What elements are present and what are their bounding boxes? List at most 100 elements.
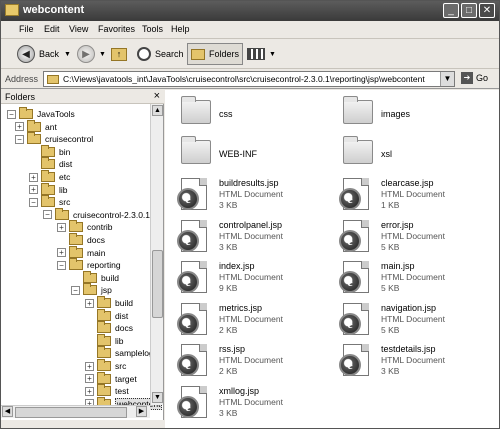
tree-item[interactable]: samplelogs [85, 346, 158, 359]
address-field[interactable]: C:\Views\javatools_int\JavaTools\cruisec… [43, 71, 455, 87]
folder-item[interactable]: images [335, 94, 495, 134]
tree-item-label: etc [59, 172, 71, 182]
file-item[interactable]: e buildresults.jsp HTML Document 3 KB [173, 176, 333, 216]
expand-icon[interactable]: + [85, 361, 94, 371]
tree-item[interactable]: + etc [29, 170, 71, 183]
file-item[interactable]: e controlpanel.jsp HTML Document 3 KB [173, 218, 333, 258]
tree-item[interactable]: + target [85, 371, 137, 385]
file-item[interactable]: e main.jsp HTML Document 5 KB [335, 259, 495, 299]
tree-item[interactable]: dist [85, 308, 128, 322]
go-label: Go [476, 73, 489, 83]
forward-button[interactable]: ▶ ▼ [77, 43, 106, 65]
tree-item[interactable]: lib [85, 333, 124, 347]
scroll-thumb[interactable] [152, 250, 163, 318]
folder-item[interactable]: WEB-INF [173, 134, 333, 174]
tree-item[interactable]: docs [57, 233, 105, 246]
chevron-down-icon[interactable]: ▼ [440, 72, 454, 86]
file-item[interactable]: e navigation.jsp HTML Document 5 KB [335, 301, 495, 341]
tree-item[interactable]: − reporting [57, 258, 121, 271]
menu-help[interactable]: Help [171, 24, 190, 34]
tree-item[interactable]: + contrib [57, 220, 113, 233]
up-folder-button[interactable]: ↑ [111, 43, 127, 65]
tree-item[interactable]: bin [29, 144, 70, 158]
address-path: C:\Views\javatools_int\JavaTools\cruisec… [63, 74, 425, 84]
tree-item-label: build [101, 272, 119, 283]
folder-icon [97, 371, 111, 384]
scroll-right-icon[interactable]: ▶ [136, 406, 147, 417]
folder-name: xsl [381, 149, 392, 159]
close-button[interactable]: ✕ [479, 3, 495, 18]
horizontal-scrollbar[interactable]: ◀ ▶ [1, 405, 150, 418]
html-document-icon: e [177, 188, 199, 210]
file-item[interactable]: e clearcase.jsp HTML Document 1 KB [335, 176, 495, 216]
folders-button[interactable]: Folders [187, 43, 244, 65]
close-icon[interactable]: × [154, 90, 160, 102]
go-button[interactable]: ➔ Go [461, 72, 488, 84]
menu-edit[interactable]: Edit [44, 24, 60, 34]
folder-icon [41, 195, 55, 208]
scroll-down-icon[interactable]: ▼ [152, 392, 163, 403]
scroll-up-icon[interactable]: ▲ [152, 105, 163, 116]
tree-item[interactable]: + test [85, 384, 129, 397]
maximize-button[interactable]: □ [461, 3, 477, 18]
expand-icon[interactable]: + [57, 222, 66, 232]
search-button[interactable]: Search [137, 43, 184, 65]
menu-tools[interactable]: Tools [142, 24, 163, 34]
file-item[interactable]: e index.jsp HTML Document 9 KB [173, 259, 333, 299]
expand-icon[interactable]: + [29, 172, 38, 182]
file-item[interactable]: e testdetails.jsp HTML Document 3 KB [335, 342, 495, 382]
collapse-icon[interactable]: − [43, 210, 52, 220]
tree-item-label: docs [115, 323, 133, 334]
expand-icon[interactable]: + [85, 298, 94, 308]
scroll-thumb[interactable] [15, 407, 127, 418]
html-document-icon: e [339, 354, 361, 376]
tree-item[interactable]: + src [85, 359, 126, 372]
scroll-left-icon[interactable]: ◀ [2, 406, 13, 417]
vertical-scrollbar[interactable]: ▲ ▼ [150, 104, 163, 405]
folder-icon [97, 346, 111, 359]
file-type: HTML Document [219, 355, 283, 365]
collapse-icon[interactable]: − [15, 134, 24, 144]
tree-item[interactable]: build [71, 270, 119, 284]
folder-icon [343, 96, 373, 124]
file-item[interactable]: e metrics.jsp HTML Document 2 KB [173, 301, 333, 341]
expand-icon[interactable]: + [15, 122, 24, 132]
tree-item[interactable]: docs [85, 321, 133, 334]
tree-item[interactable]: + build [85, 296, 133, 309]
menu-favorites[interactable]: Favorites [98, 24, 135, 34]
collapse-icon[interactable]: − [7, 109, 16, 119]
folder-item[interactable]: css [173, 94, 333, 134]
collapse-icon[interactable]: − [57, 260, 66, 270]
collapse-icon[interactable]: − [71, 285, 80, 295]
file-item[interactable]: e xmllog.jsp HTML Document 3 KB [173, 384, 333, 424]
folder-name: images [381, 109, 411, 119]
tree-item-label: test [115, 386, 129, 397]
file-name: metrics.jsp [219, 302, 263, 313]
expand-icon[interactable]: + [85, 386, 94, 396]
tree-item[interactable]: − JavaTools [7, 107, 75, 120]
menu-file[interactable]: File [19, 24, 34, 34]
tree-item[interactable]: − src [29, 195, 70, 208]
file-size: 2 KB [219, 324, 238, 335]
back-button[interactable]: ◀ Back ▼ [17, 43, 71, 65]
file-type: HTML Document [381, 313, 445, 324]
menu-view[interactable]: View [69, 24, 88, 34]
tree-item-label: cruisecontrol-2.3.0.1 [73, 209, 151, 220]
views-button[interactable]: ▼ [247, 43, 276, 65]
expand-icon[interactable]: + [29, 185, 38, 195]
collapse-icon[interactable]: − [29, 197, 38, 207]
tree-item[interactable]: dist [29, 157, 72, 170]
folder-item[interactable]: xsl [335, 134, 495, 174]
tree-item[interactable]: − jsp [71, 283, 112, 296]
tree-item[interactable]: + main [57, 245, 105, 259]
file-item[interactable]: e error.jsp HTML Document 5 KB [335, 218, 495, 258]
tree-item[interactable]: − cruisecontrol [15, 132, 93, 145]
minimize-button[interactable]: _ [443, 3, 459, 18]
expand-icon[interactable]: + [85, 374, 94, 384]
file-item[interactable]: e rss.jsp HTML Document 2 KB [173, 342, 333, 382]
tree-item[interactable]: + ant [15, 119, 57, 133]
tree-item[interactable]: + lib [29, 182, 68, 196]
expand-icon[interactable]: + [57, 248, 66, 258]
tree-item[interactable]: − cruisecontrol-2.3.0.1 [43, 207, 151, 221]
